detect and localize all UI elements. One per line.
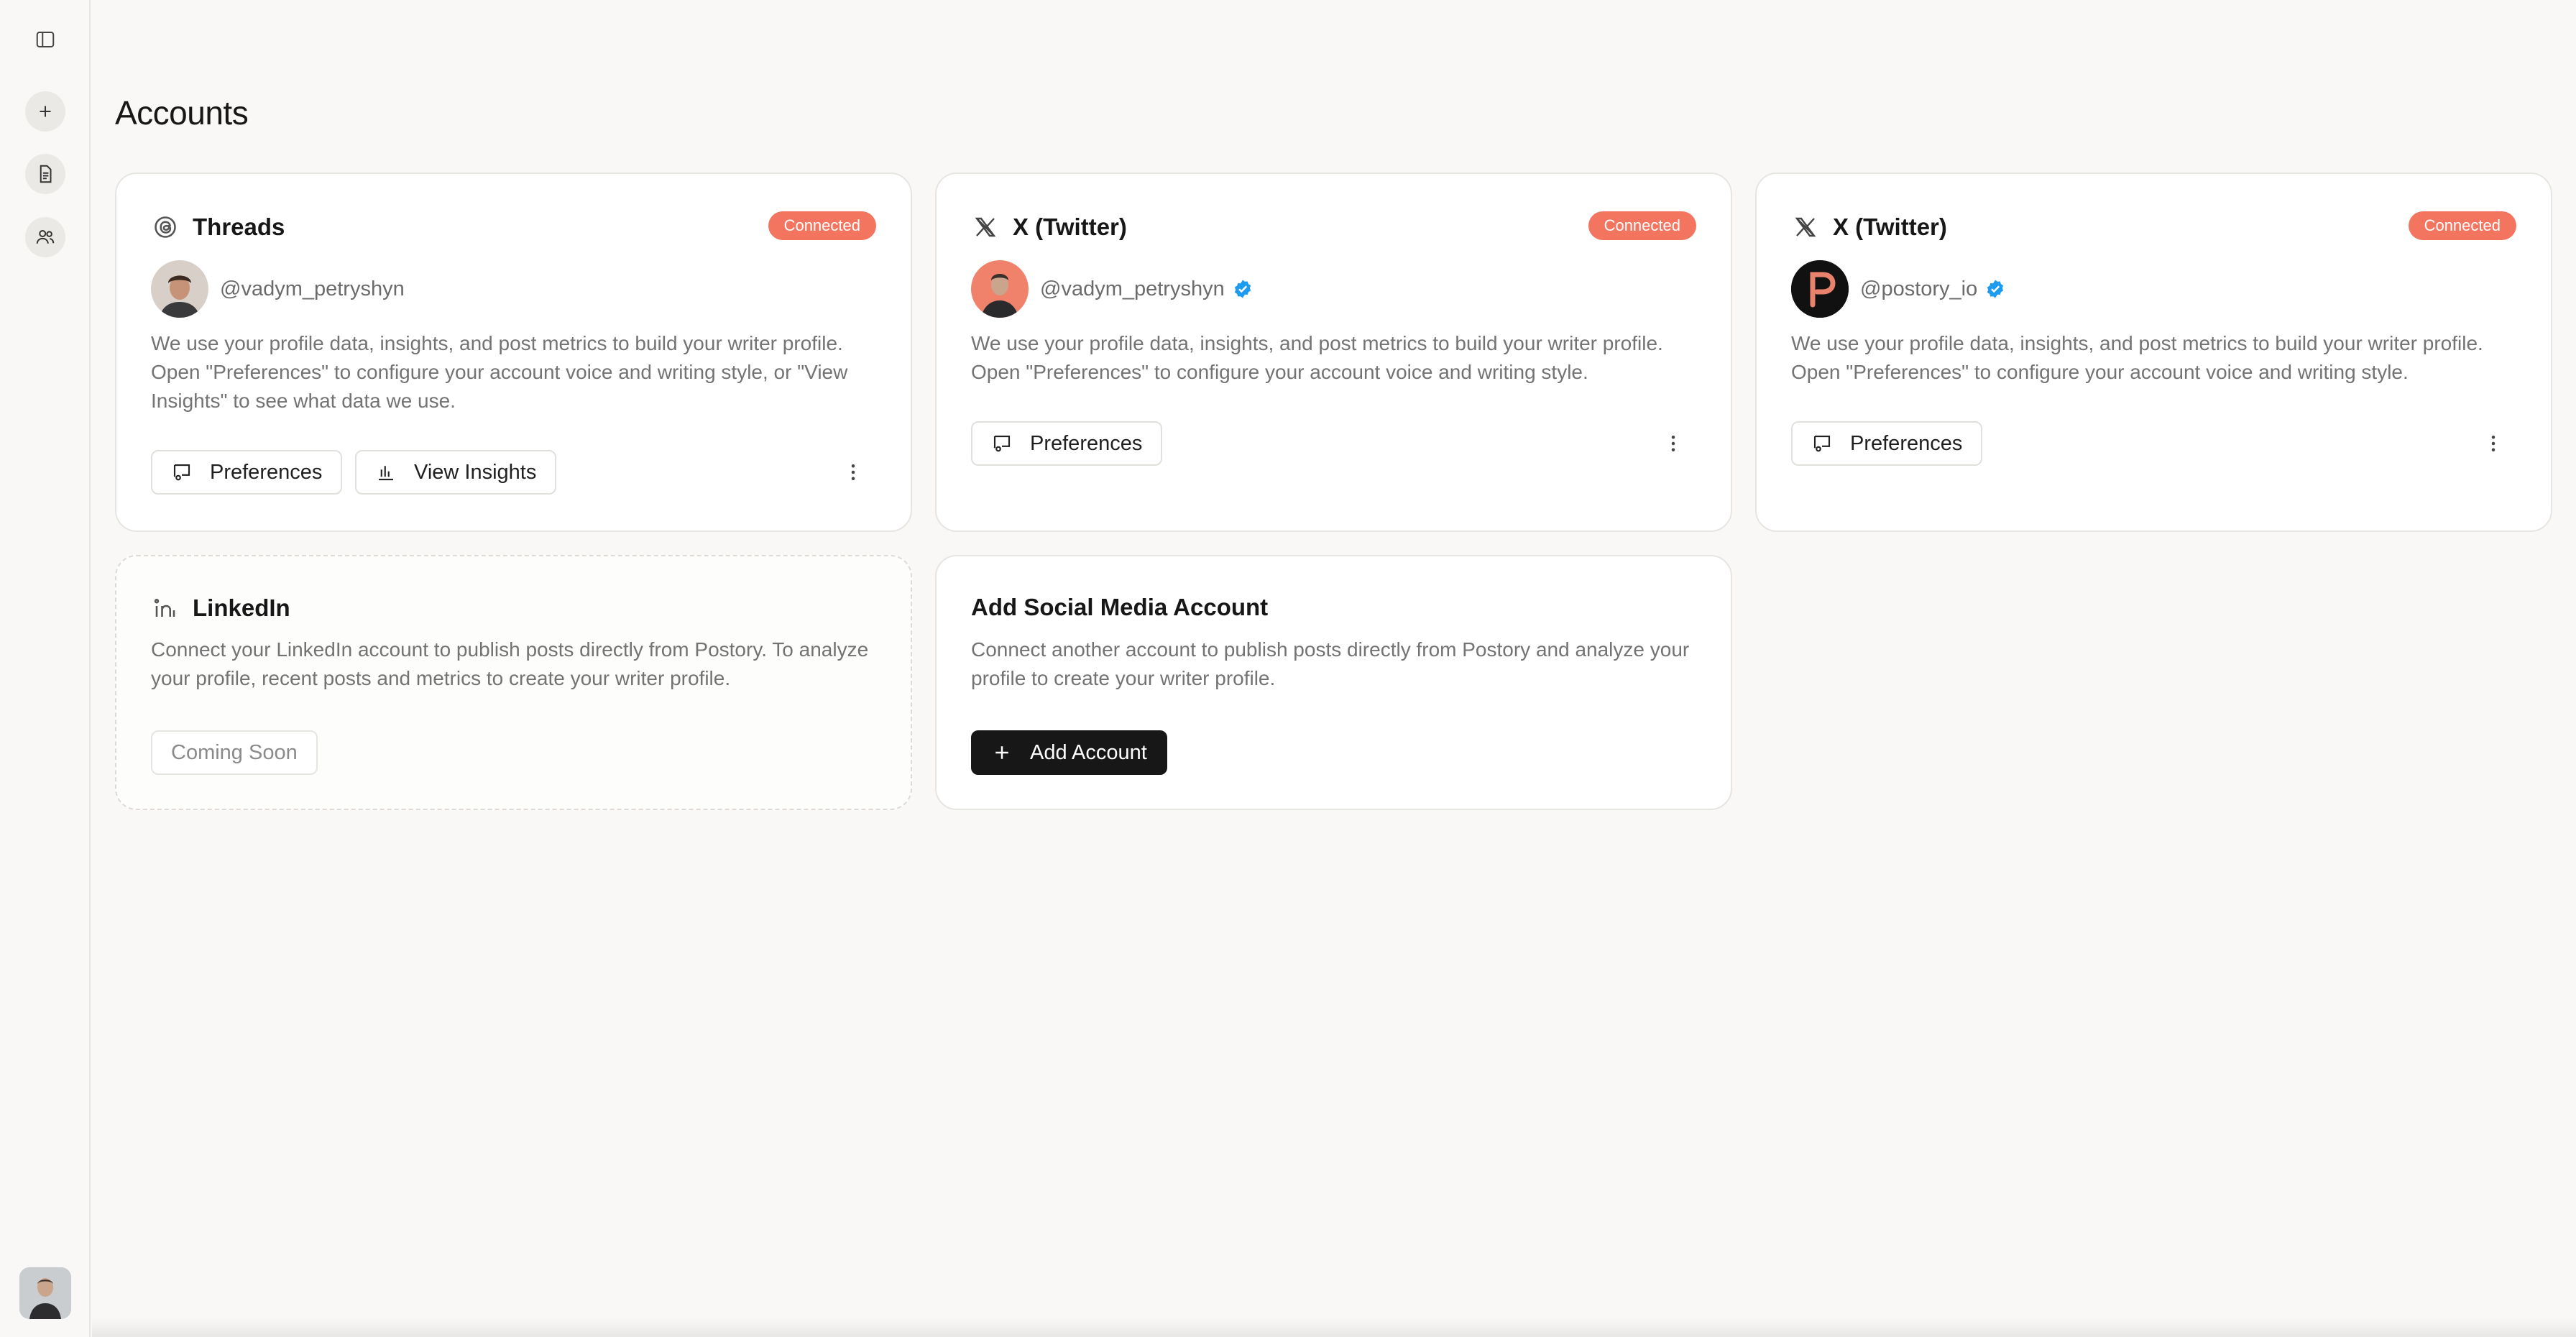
- account-handle[interactable]: @postory_io: [1860, 277, 1977, 301]
- plus-icon: [995, 746, 1008, 759]
- avatar: [19, 1267, 71, 1319]
- verified-badge-icon: [1234, 280, 1251, 298]
- linkedin-card: LinkedIn Connect your LinkedIn account t…: [115, 555, 912, 810]
- postory-logo-icon: [1791, 260, 1849, 318]
- preferences-icon: [993, 435, 1011, 452]
- linkedin-icon: [151, 594, 180, 622]
- document-icon: [40, 165, 52, 183]
- sidebar: [0, 0, 91, 1337]
- add-account-card: Add Social Media Account Connect another…: [935, 555, 1732, 810]
- more-options-icon[interactable]: [839, 458, 868, 487]
- account-card-x-postory: X (Twitter) Connected @postory_io We use…: [1755, 173, 2552, 532]
- preferences-icon: [173, 464, 190, 481]
- platform-name: Threads: [193, 213, 285, 240]
- user-avatar[interactable]: [19, 1267, 71, 1319]
- main-content: Accounts Threads Connected @vadym_petrys…: [115, 0, 2576, 1337]
- card-description: We use your profile data, insights, and …: [971, 332, 1663, 383]
- x-icon: [971, 213, 1000, 242]
- card-description: We use your profile data, insights, and …: [151, 332, 848, 412]
- plus-icon: [40, 106, 51, 117]
- bottom-edge-shadow: [92, 1318, 2576, 1337]
- account-avatar: [1791, 260, 1849, 318]
- platform-name: X (Twitter): [1833, 213, 1947, 240]
- add-account-button[interactable]: Add Account: [971, 730, 1167, 775]
- account-handle[interactable]: @vadym_petryshyn: [1040, 277, 1225, 301]
- coming-soon-button[interactable]: Coming Soon: [151, 730, 318, 775]
- account-card-x-vadym: X (Twitter) Connected @vadym_petryshyn W…: [935, 173, 1732, 532]
- x-icon: [1791, 213, 1820, 242]
- account-avatar: [151, 260, 208, 318]
- account-avatar: [971, 260, 1029, 318]
- app-root: Accounts Threads Connected @vadym_petrys…: [0, 0, 2576, 1337]
- card-title: Add Social Media Account: [971, 594, 1269, 620]
- card-description: Connect your LinkedIn account to publish…: [151, 638, 869, 689]
- page-title: Accounts: [115, 94, 249, 132]
- platform-name: LinkedIn: [193, 594, 290, 621]
- more-options-icon[interactable]: [2479, 429, 2508, 458]
- status-badge: Connected: [1588, 211, 1696, 240]
- preferences-button[interactable]: Preferences: [151, 450, 343, 495]
- avatar: [151, 260, 208, 318]
- account-handle[interactable]: @vadym_petryshyn: [220, 277, 405, 301]
- status-badge: Connected: [2408, 211, 2516, 240]
- card-description: We use your profile data, insights, and …: [1791, 332, 2483, 383]
- new-post-button[interactable]: [25, 91, 65, 132]
- account-card-threads: Threads Connected @vadym_petryshyn We us…: [115, 173, 912, 532]
- accounts-button[interactable]: [25, 217, 65, 257]
- preferences-button[interactable]: Preferences: [1791, 421, 1983, 466]
- avatar: [971, 260, 1029, 318]
- preferences-button[interactable]: Preferences: [971, 421, 1163, 466]
- threads-icon: [151, 213, 180, 242]
- verified-badge-icon: [1987, 280, 2004, 298]
- status-badge: Connected: [768, 211, 876, 240]
- preferences-icon: [1813, 435, 1831, 452]
- view-insights-button[interactable]: View Insights: [355, 450, 557, 495]
- platform-name: X (Twitter): [1013, 213, 1127, 240]
- bar-chart-icon: [379, 466, 393, 481]
- users-icon: [36, 230, 55, 244]
- sidebar-toggle-icon[interactable]: [25, 19, 65, 60]
- documents-button[interactable]: [25, 154, 65, 194]
- card-description: Connect another account to publish posts…: [971, 638, 1690, 689]
- more-options-icon[interactable]: [1659, 429, 1688, 458]
